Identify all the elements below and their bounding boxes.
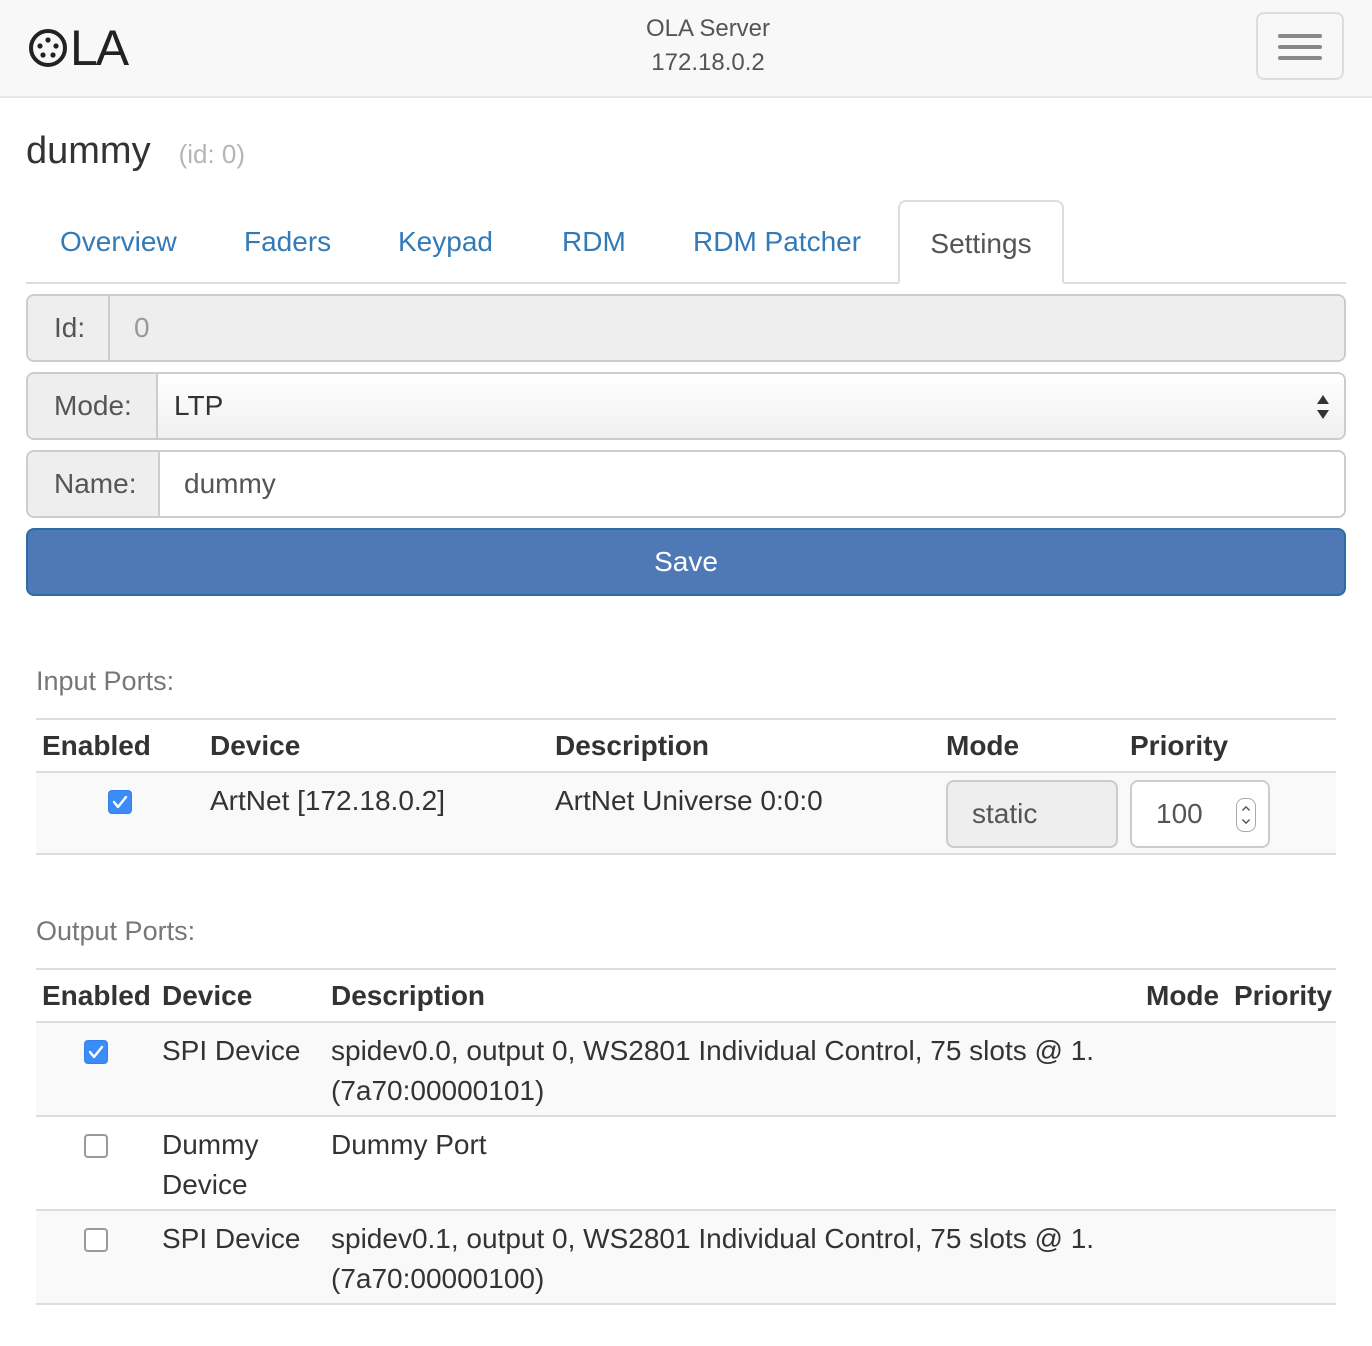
- mode-label: Mode:: [28, 374, 158, 438]
- name-field[interactable]: dummy: [160, 452, 1344, 516]
- col-description: Description: [555, 730, 710, 761]
- mode-field: static: [946, 780, 1118, 848]
- description-cell: ArtNet Universe 0:0:0: [555, 785, 823, 816]
- menu-toggle-button[interactable]: [1256, 12, 1344, 80]
- server-title: OLA Server: [645, 15, 771, 42]
- name-label: Name:: [28, 452, 160, 516]
- up-down-caret-icon: [1317, 395, 1329, 419]
- col-priority: Priority: [1130, 730, 1229, 761]
- spinner-icon[interactable]: [1236, 798, 1256, 832]
- description-cell: Dummy Port: [331, 1129, 487, 1160]
- check-icon: [88, 1045, 104, 1059]
- output-ports-heading: Output Ports:: [36, 916, 196, 946]
- table-row: ArtNet [172.18.0.2] ArtNet Universe 0:0:…: [36, 773, 1336, 853]
- device-cell: SPI Device: [162, 1035, 301, 1066]
- enabled-checkbox[interactable]: [84, 1134, 108, 1158]
- device-cell: SPI Device: [162, 1223, 301, 1254]
- device-cell: ArtNet [172.18.0.2]: [210, 785, 446, 816]
- tab-keypad[interactable]: Keypad: [398, 200, 493, 284]
- universe-name: dummy: [26, 130, 151, 172]
- col-priority: Priority: [1234, 980, 1333, 1011]
- col-mode: Mode: [946, 730, 1020, 761]
- col-mode: Mode: [1146, 980, 1220, 1011]
- col-device: Device: [210, 730, 301, 761]
- tab-settings[interactable]: Settings: [898, 200, 1064, 284]
- col-description: Description: [331, 980, 486, 1011]
- id-label: Id:: [28, 296, 110, 360]
- enabled-checkbox[interactable]: [84, 1040, 108, 1064]
- tab-overview[interactable]: Overview: [60, 200, 177, 284]
- col-device: Device: [162, 980, 253, 1011]
- priority-input[interactable]: 100: [1130, 780, 1270, 848]
- server-ip: 172.18.0.2: [651, 49, 765, 76]
- tab-rdm[interactable]: RDM: [562, 200, 626, 284]
- id-input-group: Id: 0: [26, 294, 1346, 362]
- mode-select[interactable]: LTP: [158, 374, 1344, 438]
- description-line2: (7a70:00000101): [331, 1075, 545, 1106]
- table-row: SPI Device spidev0.1, output 0, WS2801 I…: [36, 1211, 1336, 1303]
- enabled-checkbox[interactable]: [84, 1228, 108, 1252]
- ola-logo[interactable]: LA: [28, 20, 129, 76]
- description-line1: spidev0.0, output 0, WS2801 Individual C…: [331, 1035, 1095, 1066]
- navbar: LA OLA Server 172.18.0.2: [0, 0, 1372, 98]
- tab-bar: Overview Faders Keypad RDM RDM Patcher S…: [26, 200, 1346, 284]
- page-title: dummy (id: 0): [26, 130, 245, 190]
- device-line1: Dummy: [162, 1129, 259, 1160]
- id-field: 0: [110, 296, 1344, 360]
- table-row: SPI Device spidev0.0, output 0, WS2801 I…: [36, 1023, 1336, 1115]
- name-input-group: Name: dummy: [26, 450, 1346, 518]
- universe-id: (id: 0): [178, 139, 246, 169]
- col-enabled: Enabled: [42, 730, 151, 761]
- priority-value: 100: [1156, 798, 1203, 829]
- server-info: OLA Server 172.18.0.2: [560, 12, 856, 80]
- check-icon: [112, 795, 128, 809]
- device-line2: Device: [162, 1169, 248, 1200]
- input-ports-heading: Input Ports:: [36, 666, 175, 696]
- mode-input-group: Mode: LTP: [26, 372, 1346, 440]
- input-ports-table: Enabled Device Description Mode Priority…: [36, 718, 1336, 858]
- description-line2: (7a70:00000100): [331, 1263, 545, 1294]
- enabled-checkbox[interactable]: [108, 790, 132, 814]
- output-ports-table: Enabled Device Description Mode Priority…: [36, 968, 1336, 1308]
- save-button[interactable]: Save: [26, 528, 1346, 596]
- tab-rdm-patcher[interactable]: RDM Patcher: [693, 200, 861, 284]
- logo-text: LA: [70, 20, 129, 76]
- col-enabled: Enabled: [42, 980, 151, 1011]
- dmx-connector-icon: [29, 29, 67, 67]
- tab-faders[interactable]: Faders: [244, 200, 331, 284]
- description-line1: spidev0.1, output 0, WS2801 Individual C…: [331, 1223, 1095, 1254]
- mode-select-value: LTP: [174, 390, 224, 421]
